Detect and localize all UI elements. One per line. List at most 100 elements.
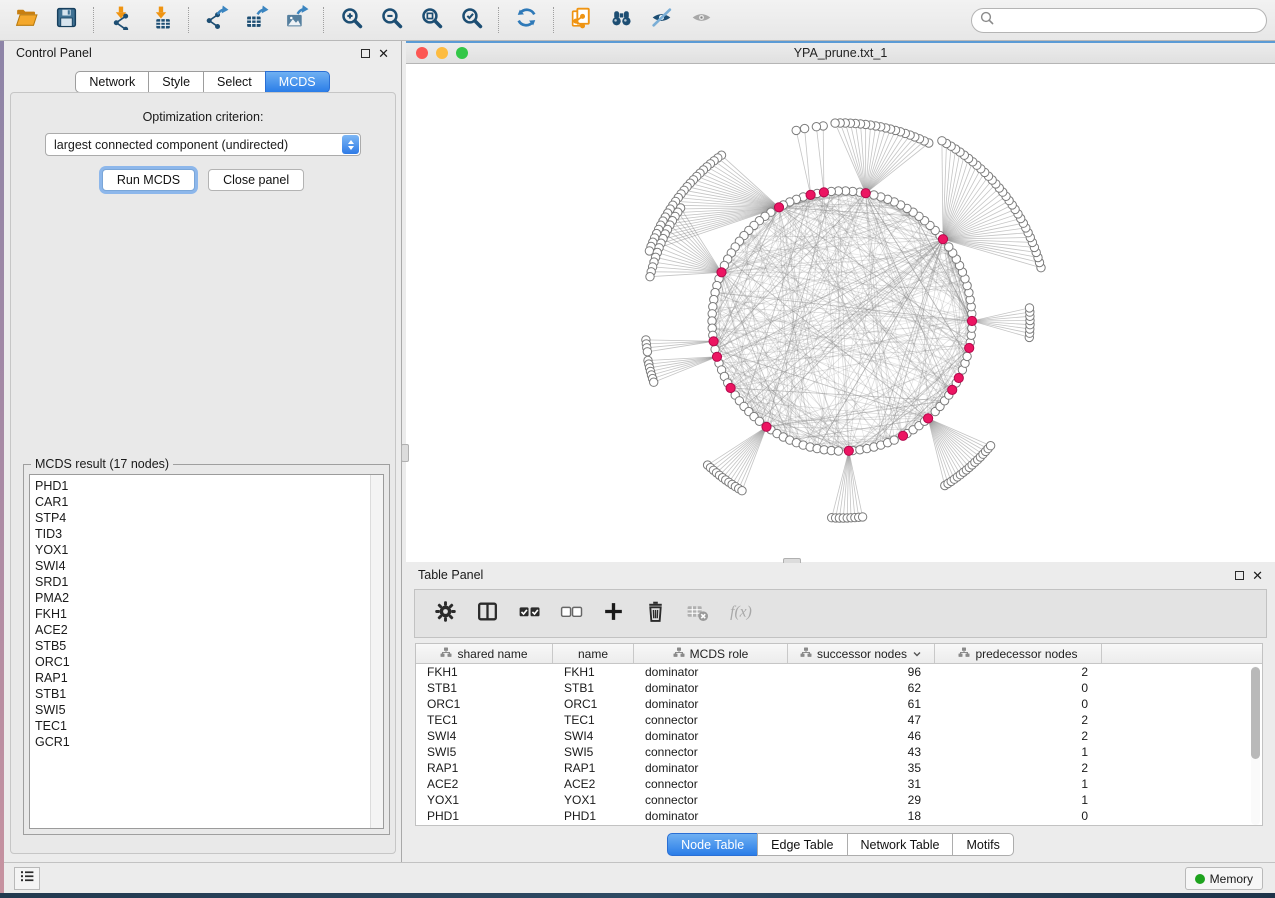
import-table-button[interactable] <box>141 4 181 36</box>
graph-leaf-node[interactable] <box>938 137 946 145</box>
table-row[interactable]: FKH1FKH1dominator962 <box>416 664 1262 680</box>
table-row[interactable]: SWI5SWI5connector431 <box>416 744 1262 760</box>
graph-leaf-node[interactable] <box>812 123 820 131</box>
maximize-window-icon[interactable] <box>456 47 468 59</box>
graph-mcds-node[interactable] <box>819 188 828 197</box>
refresh-layout-button[interactable] <box>506 4 546 36</box>
graph-mcds-node[interactable] <box>967 316 976 325</box>
tab-style[interactable]: Style <box>148 71 204 93</box>
mcds-result-item[interactable]: SWI4 <box>35 558 383 574</box>
open-file-button[interactable] <box>6 4 46 36</box>
graph-leaf-node[interactable] <box>646 273 654 281</box>
mcds-result-item[interactable]: PMA2 <box>35 590 383 606</box>
save-session-button[interactable] <box>46 4 86 36</box>
column-header-name[interactable]: name <box>553 644 634 663</box>
graph-mcds-node[interactable] <box>717 268 726 277</box>
optimization-criterion-select[interactable]: largest connected component (undirected) <box>45 133 361 156</box>
mcds-result-list[interactable]: PHD1CAR1STP4TID3YOX1SWI4SRD1PMA2FKH1ACE2… <box>29 474 384 829</box>
zoom-fit-button[interactable] <box>411 4 451 36</box>
delete-button[interactable] <box>641 600 669 628</box>
mcds-result-item[interactable]: CAR1 <box>35 494 383 510</box>
tab-motifs[interactable]: Motifs <box>952 833 1013 856</box>
deselect-all-button[interactable] <box>557 600 585 628</box>
graph-node[interactable] <box>890 436 898 444</box>
table-row[interactable]: PHD1PHD1dominator180 <box>416 808 1262 824</box>
graph-node[interactable] <box>870 191 878 199</box>
split-columns-button[interactable] <box>473 600 501 628</box>
float-panel-icon[interactable] <box>361 49 370 58</box>
graph-mcds-node[interactable] <box>709 337 718 346</box>
close-window-icon[interactable] <box>416 47 428 59</box>
mcds-list-scrollbar[interactable] <box>370 475 383 828</box>
tab-mcds[interactable]: MCDS <box>265 71 330 93</box>
add-button[interactable] <box>599 600 627 628</box>
network-from-selection-button[interactable] <box>561 4 601 36</box>
export-network-button[interactable] <box>196 4 236 36</box>
graph-mcds-node[interactable] <box>726 383 735 392</box>
graph-mcds-node[interactable] <box>861 189 870 198</box>
mcds-result-item[interactable]: STB1 <box>35 686 383 702</box>
export-table-button[interactable] <box>236 4 276 36</box>
graph-mcds-node[interactable] <box>965 343 974 352</box>
search-input[interactable] <box>995 11 1266 31</box>
graph-leaf-node[interactable] <box>800 124 808 132</box>
run-mcds-button[interactable]: Run MCDS <box>102 169 195 191</box>
zoom-selected-button[interactable] <box>451 4 491 36</box>
table-row[interactable]: SWI4SWI4dominator462 <box>416 728 1262 744</box>
float-table-panel-icon[interactable] <box>1235 571 1244 580</box>
search-box[interactable] <box>971 8 1267 33</box>
graph-mcds-node[interactable] <box>924 414 933 423</box>
graph-leaf-node[interactable] <box>738 487 746 495</box>
graph-mcds-node[interactable] <box>938 235 947 244</box>
import-network-button[interactable] <box>101 4 141 36</box>
mcds-result-item[interactable]: RAP1 <box>35 670 383 686</box>
mcds-result-item[interactable]: TEC1 <box>35 718 383 734</box>
gear-button[interactable] <box>431 600 459 628</box>
mcds-result-item[interactable]: ACE2 <box>35 622 383 638</box>
export-image-button[interactable] <box>276 4 316 36</box>
task-history-button[interactable] <box>14 867 40 890</box>
mcds-result-item[interactable]: STP4 <box>35 510 383 526</box>
graph-mcds-node[interactable] <box>712 352 721 361</box>
tab-network[interactable]: Network <box>75 71 149 93</box>
mcds-result-item[interactable]: ORC1 <box>35 654 383 670</box>
graph-leaf-node[interactable] <box>792 126 800 134</box>
hide-selected-button[interactable] <box>641 4 681 36</box>
close-table-panel-icon[interactable]: ✕ <box>1252 571 1263 580</box>
table-row[interactable]: TEC1TEC1connector472 <box>416 712 1262 728</box>
table-row[interactable]: ACE2ACE2connector311 <box>416 776 1262 792</box>
graph-mcds-node[interactable] <box>948 385 957 394</box>
search-neighbors-button[interactable] <box>601 4 641 36</box>
tab-network-table[interactable]: Network Table <box>847 833 954 856</box>
graph-leaf-node[interactable] <box>831 119 839 127</box>
mcds-result-item[interactable]: SWI5 <box>35 702 383 718</box>
graph-mcds-node[interactable] <box>774 203 783 212</box>
graph-node[interactable] <box>963 352 971 360</box>
graph-node[interactable] <box>945 243 953 251</box>
zoom-in-button[interactable] <box>331 4 371 36</box>
mcds-result-item[interactable]: TID3 <box>35 526 383 542</box>
table-row[interactable]: RAP1RAP1dominator352 <box>416 760 1262 776</box>
minimize-window-icon[interactable] <box>436 47 448 59</box>
network-graph[interactable] <box>406 64 1275 561</box>
mcds-result-item[interactable]: FKH1 <box>35 606 383 622</box>
column-header-successor-nodes[interactable]: successor nodes <box>788 644 935 663</box>
column-header-MCDS-role[interactable]: MCDS role <box>634 644 788 663</box>
select-all-button[interactable] <box>515 600 543 628</box>
close-panel-button[interactable]: Close panel <box>208 169 304 191</box>
graph-mcds-node[interactable] <box>844 446 853 455</box>
mcds-result-item[interactable]: SRD1 <box>35 574 383 590</box>
tab-edge-table[interactable]: Edge Table <box>757 833 847 856</box>
close-panel-icon[interactable]: ✕ <box>378 49 389 58</box>
column-header-predecessor-nodes[interactable]: predecessor nodes <box>935 644 1102 663</box>
network-view-titlebar[interactable]: YPA_prune.txt_1 <box>406 43 1275 64</box>
tab-node-table[interactable]: Node Table <box>667 833 758 856</box>
graph-mcds-node[interactable] <box>806 190 815 199</box>
graph-mcds-node[interactable] <box>954 373 963 382</box>
graph-leaf-node[interactable] <box>643 348 651 356</box>
mcds-result-item[interactable]: YOX1 <box>35 542 383 558</box>
graph-leaf-node[interactable] <box>650 378 658 386</box>
vertical-splitter-handle[interactable] <box>401 444 409 462</box>
mcds-result-item[interactable]: PHD1 <box>35 478 383 494</box>
memory-button[interactable]: Memory <box>1185 867 1263 890</box>
